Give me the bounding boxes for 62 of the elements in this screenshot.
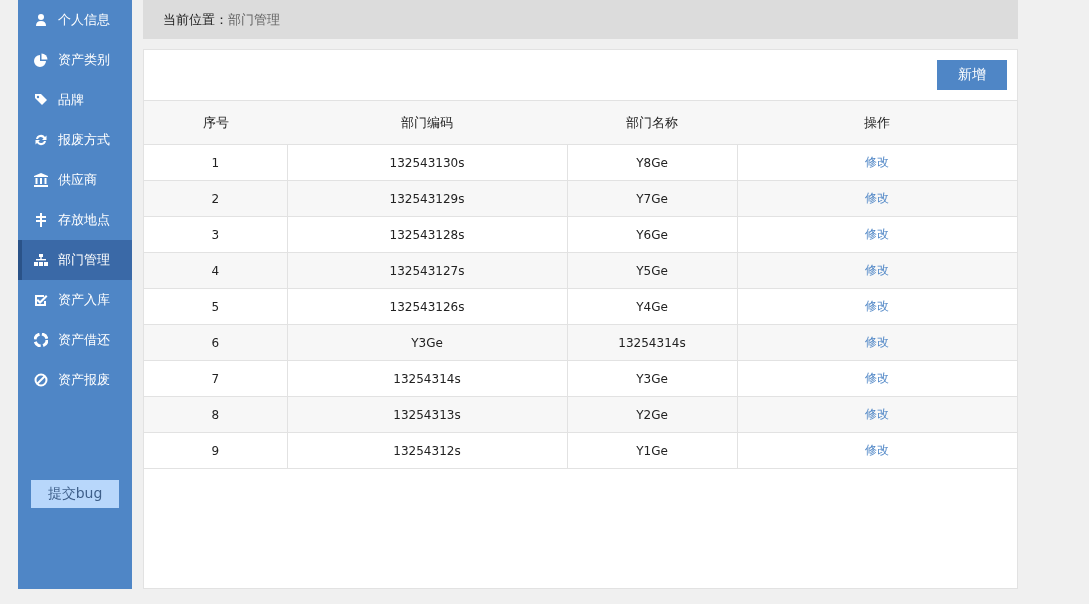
table-cell: 13254313s [393, 407, 461, 422]
bank-icon [34, 173, 48, 187]
edit-link[interactable]: 修改 [865, 335, 890, 349]
table-cell: Y2Ge [636, 407, 668, 422]
table-cell: 7 [211, 371, 220, 386]
table-cell: Y6Ge [636, 227, 668, 242]
table-cell: 5 [211, 299, 220, 314]
table-cell: 4 [211, 263, 220, 278]
sidebar-item[interactable]: 个人信息 [18, 0, 132, 40]
table-cell: 132543126s [389, 299, 465, 314]
table-cell: 9 [211, 443, 220, 458]
sidebar-item[interactable]: 供应商 [18, 160, 132, 200]
edit-link[interactable]: 修改 [865, 371, 890, 385]
breadcrumb-label: 当前位置： [163, 10, 228, 29]
sidebar-item[interactable]: 资产类别 [18, 40, 132, 80]
table-cell: 132543129s [389, 191, 465, 206]
table-cell: Y1Ge [636, 443, 668, 458]
edit-link[interactable]: 修改 [865, 263, 890, 277]
pie-icon [34, 53, 48, 67]
table-cell: 132543127s [389, 263, 465, 278]
tags-icon [34, 93, 48, 107]
breadcrumb-current: 部门管理 [228, 10, 280, 29]
sidebar-item[interactable]: 资产入库 [18, 280, 132, 320]
sidebar-item[interactable]: 资产报废 [18, 360, 132, 400]
sitemap-icon [34, 253, 48, 267]
sidebar-item[interactable]: 品牌 [18, 80, 132, 120]
ban-icon [34, 373, 48, 387]
column-header: 部门编码 [287, 101, 567, 145]
edit-link[interactable]: 修改 [865, 299, 890, 313]
column-header: 操作 [737, 101, 1017, 145]
submit-bug-button[interactable]: 提交bug [31, 480, 119, 508]
sidebar-item[interactable]: 部门管理 [18, 240, 132, 280]
column-header: 序号 [144, 101, 287, 145]
user-icon [34, 13, 48, 27]
table-cell: Y7Ge [636, 191, 668, 206]
sidebar-item[interactable]: 存放地点 [18, 200, 132, 240]
table-cell: 3 [211, 227, 220, 242]
table-cell: Y5Ge [636, 263, 668, 278]
table-cell: Y4Ge [636, 299, 668, 314]
refresh-icon [34, 133, 48, 147]
add-button[interactable]: 新增 [937, 60, 1007, 90]
table-cell: 1 [211, 155, 220, 170]
table-cell: 13254314s [393, 371, 461, 386]
check-icon [34, 293, 48, 307]
table-cell: Y3Ge [636, 371, 668, 386]
table-cell: 6 [211, 335, 220, 350]
table-cell: 13254312s [393, 443, 461, 458]
column-header: 部门名称 [567, 101, 737, 145]
table-cell: Y3Ge [411, 335, 443, 350]
table-cell: 13254314s [618, 335, 686, 350]
edit-link[interactable]: 修改 [865, 443, 890, 457]
sidebar-item[interactable]: 报废方式 [18, 120, 132, 160]
edit-link[interactable]: 修改 [865, 191, 890, 205]
edit-link[interactable]: 修改 [865, 407, 890, 421]
table-cell: 132543130s [389, 155, 465, 170]
table-cell: 8 [211, 407, 220, 422]
table-cell: Y8Ge [636, 155, 668, 170]
edit-link[interactable]: 修改 [865, 227, 890, 241]
edit-link[interactable]: 修改 [865, 155, 890, 169]
sidebar-item[interactable]: 资产借还 [18, 320, 132, 360]
table-cell: 132543128s [389, 227, 465, 242]
table-cell: 2 [211, 191, 220, 206]
